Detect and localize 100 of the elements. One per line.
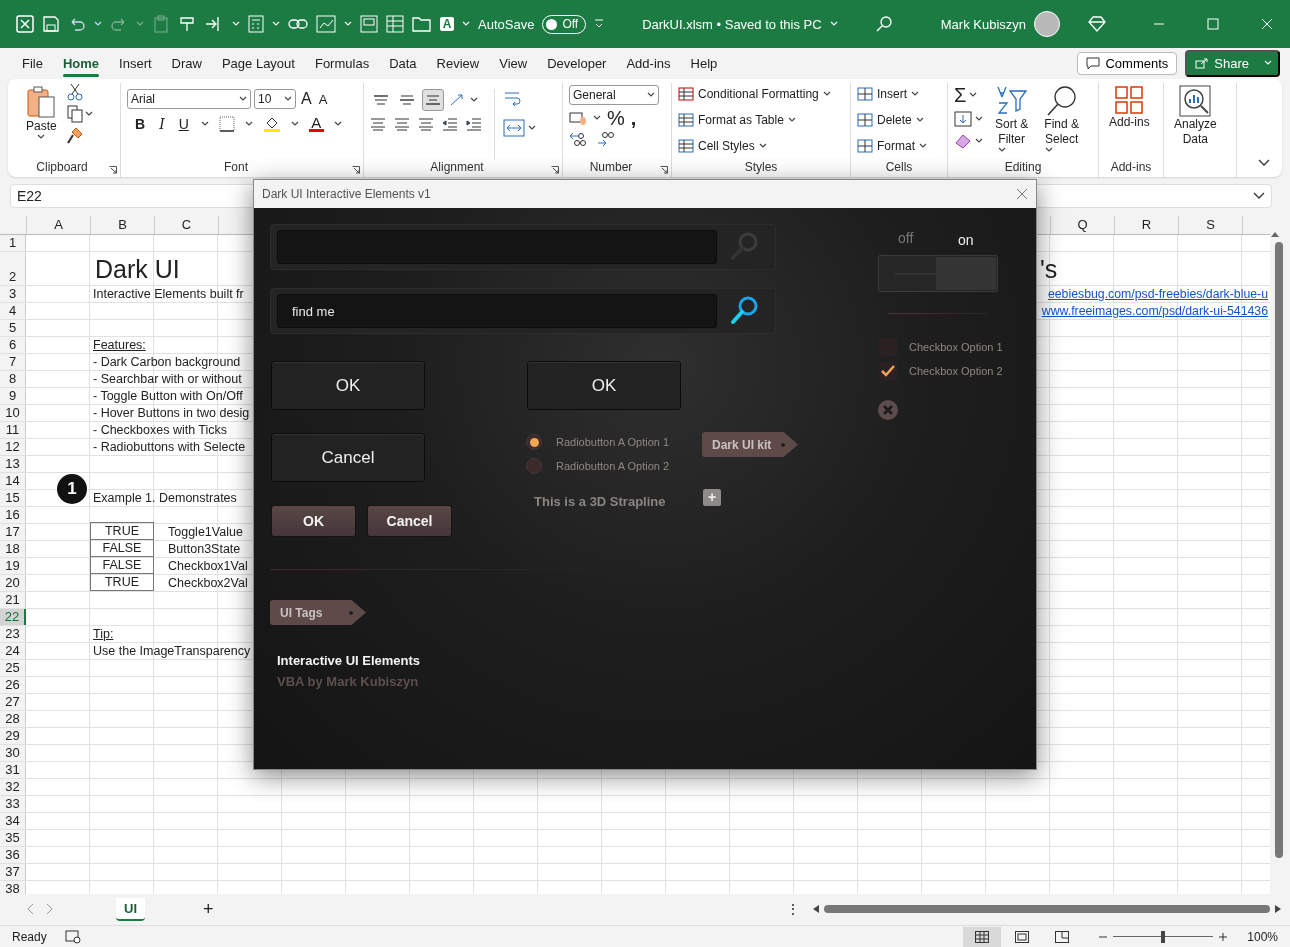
cancel-button[interactable]: Cancel — [367, 505, 452, 537]
caret-icon[interactable] — [244, 121, 253, 127]
ribbon-tab[interactable]: File — [12, 51, 53, 75]
avatar[interactable] — [1034, 11, 1060, 37]
row-header[interactable]: 25 — [0, 660, 26, 676]
font-color-button[interactable]: A — [308, 116, 324, 132]
caret-icon[interactable] — [239, 96, 247, 102]
row-header[interactable]: 4 — [0, 303, 26, 319]
row-header[interactable]: 15 — [0, 490, 26, 506]
row-header[interactable]: 29 — [0, 728, 26, 744]
column-header[interactable]: R — [1115, 216, 1179, 234]
cells-menu-button[interactable]: Delete — [857, 109, 941, 131]
column-header[interactable]: Q — [1051, 216, 1115, 234]
increase-indent-icon[interactable] — [466, 117, 482, 131]
caret-icon[interactable] — [787, 117, 796, 123]
diamond-icon[interactable] — [1088, 15, 1106, 33]
caret-icon[interactable] — [998, 147, 1007, 153]
next-sheet-icon[interactable] — [46, 903, 54, 915]
search-icon[interactable] — [874, 15, 893, 33]
row-header[interactable]: 37 — [0, 864, 26, 880]
sheet-tab[interactable]: UI — [116, 897, 145, 921]
row-header[interactable]: 28 — [0, 711, 26, 727]
number-format-dropdown[interactable]: General — [569, 85, 659, 105]
caret-icon[interactable] — [37, 134, 46, 140]
font-glyph[interactable]: A — [440, 17, 454, 31]
row-header[interactable]: 21 — [0, 592, 26, 608]
merge-center-icon[interactable] — [503, 119, 525, 137]
view-button[interactable] — [963, 926, 1002, 947]
caret-icon[interactable] — [528, 125, 536, 131]
paste-button[interactable]: Paste — [22, 83, 61, 160]
row-header[interactable]: 11 — [0, 422, 26, 438]
caret-icon[interactable] — [822, 91, 831, 97]
decrease-decimal-icon[interactable] — [569, 131, 587, 147]
ok-button[interactable]: OK — [271, 361, 425, 410]
ribbon-tab[interactable]: Insert — [109, 51, 162, 75]
row-header[interactable]: 10 — [0, 405, 26, 421]
row-header[interactable]: 35 — [0, 830, 26, 846]
dialog-launcher-icon[interactable] — [109, 166, 117, 174]
scissors-icon[interactable] — [66, 83, 83, 101]
column-header[interactable]: A — [27, 216, 91, 234]
user-name[interactable]: Mark Kubiszyn — [940, 16, 1026, 32]
scroll-left-icon[interactable] — [811, 904, 820, 914]
caret-icon[interactable] — [915, 117, 924, 123]
column-header[interactable]: B — [91, 216, 155, 234]
hyperlink[interactable]: www.freeimages.com/psd/dark-ui-541436 — [1041, 303, 1270, 319]
fill-color-icon[interactable] — [262, 115, 281, 133]
ribbon-tab[interactable]: Home — [52, 51, 110, 75]
fill-down-icon[interactable] — [954, 111, 972, 127]
dialog-launcher-icon[interactable] — [551, 166, 559, 174]
row-header[interactable]: 33 — [0, 796, 26, 812]
row-header[interactable]: 38 — [0, 881, 26, 894]
row-header[interactable]: 30 — [0, 745, 26, 761]
column-header[interactable]: C — [155, 216, 219, 234]
ribbon-tab[interactable]: Developer — [537, 51, 617, 75]
chart-sheet-icon[interactable] — [316, 15, 336, 33]
spreadsheet-logo-icon[interactable] — [16, 15, 34, 33]
ribbon-tab[interactable]: Formulas — [304, 51, 380, 75]
row-header[interactable]: 8 — [0, 371, 26, 387]
row-header[interactable]: 12 — [0, 439, 26, 455]
borders-icon[interactable] — [218, 116, 235, 132]
form-icon[interactable] — [360, 15, 378, 33]
maximize-icon[interactable] — [1207, 18, 1219, 30]
align-text-icon[interactable] — [418, 117, 434, 131]
row-header[interactable]: 20 — [0, 575, 26, 591]
search-field[interactable]: find me — [277, 294, 717, 328]
align-text-icon[interactable] — [370, 117, 386, 131]
scroll-up-icon[interactable] — [1270, 230, 1280, 238]
caret-icon[interactable] — [911, 91, 919, 97]
hyperlink[interactable]: eebiesbug.com/psd-freebies/dark-blue-u — [1047, 286, 1270, 302]
cells-menu-button[interactable]: Format — [857, 135, 941, 157]
zoom-slider-thumb[interactable] — [1161, 930, 1166, 943]
comments-button[interactable]: Comments — [1077, 51, 1178, 75]
comma-style-button[interactable]: , — [630, 108, 637, 128]
caret-icon[interactable] — [593, 115, 601, 121]
ribbon-tab[interactable]: Page Layout — [211, 51, 305, 75]
styles-menu-button[interactable]: Format as Table — [678, 109, 844, 131]
row-header[interactable]: 32 — [0, 779, 26, 795]
calculator-icon[interactable] — [248, 15, 264, 33]
ok-button[interactable]: OK — [271, 505, 356, 537]
row-header[interactable]: 5 — [0, 320, 26, 336]
vertical-scrollbar[interactable] — [1275, 242, 1283, 858]
caret-icon[interactable] — [975, 138, 983, 144]
wrap-text-icon[interactable] — [503, 89, 523, 109]
column-header[interactable]: S — [1179, 216, 1243, 234]
previous-sheet-icon[interactable] — [26, 903, 34, 915]
align-button[interactable] — [422, 89, 444, 111]
zoom-in-icon[interactable] — [1219, 932, 1228, 941]
caret-icon[interactable] — [284, 96, 292, 102]
row-header[interactable]: 23 — [0, 626, 26, 642]
ribbon-tab[interactable]: Review — [426, 51, 490, 75]
ok-button[interactable]: OK — [527, 361, 681, 410]
caret-icon[interactable] — [969, 92, 978, 98]
row-header[interactable]: 26 — [0, 677, 26, 693]
caret-icon[interactable] — [758, 143, 767, 149]
row-header[interactable]: 16 — [0, 507, 26, 523]
caret-icon[interactable] — [470, 97, 478, 103]
ribbon-tab[interactable]: View — [489, 51, 538, 75]
align-text-icon[interactable] — [394, 117, 410, 131]
save-icon[interactable] — [42, 15, 60, 33]
caret-icon[interactable] — [333, 121, 342, 127]
